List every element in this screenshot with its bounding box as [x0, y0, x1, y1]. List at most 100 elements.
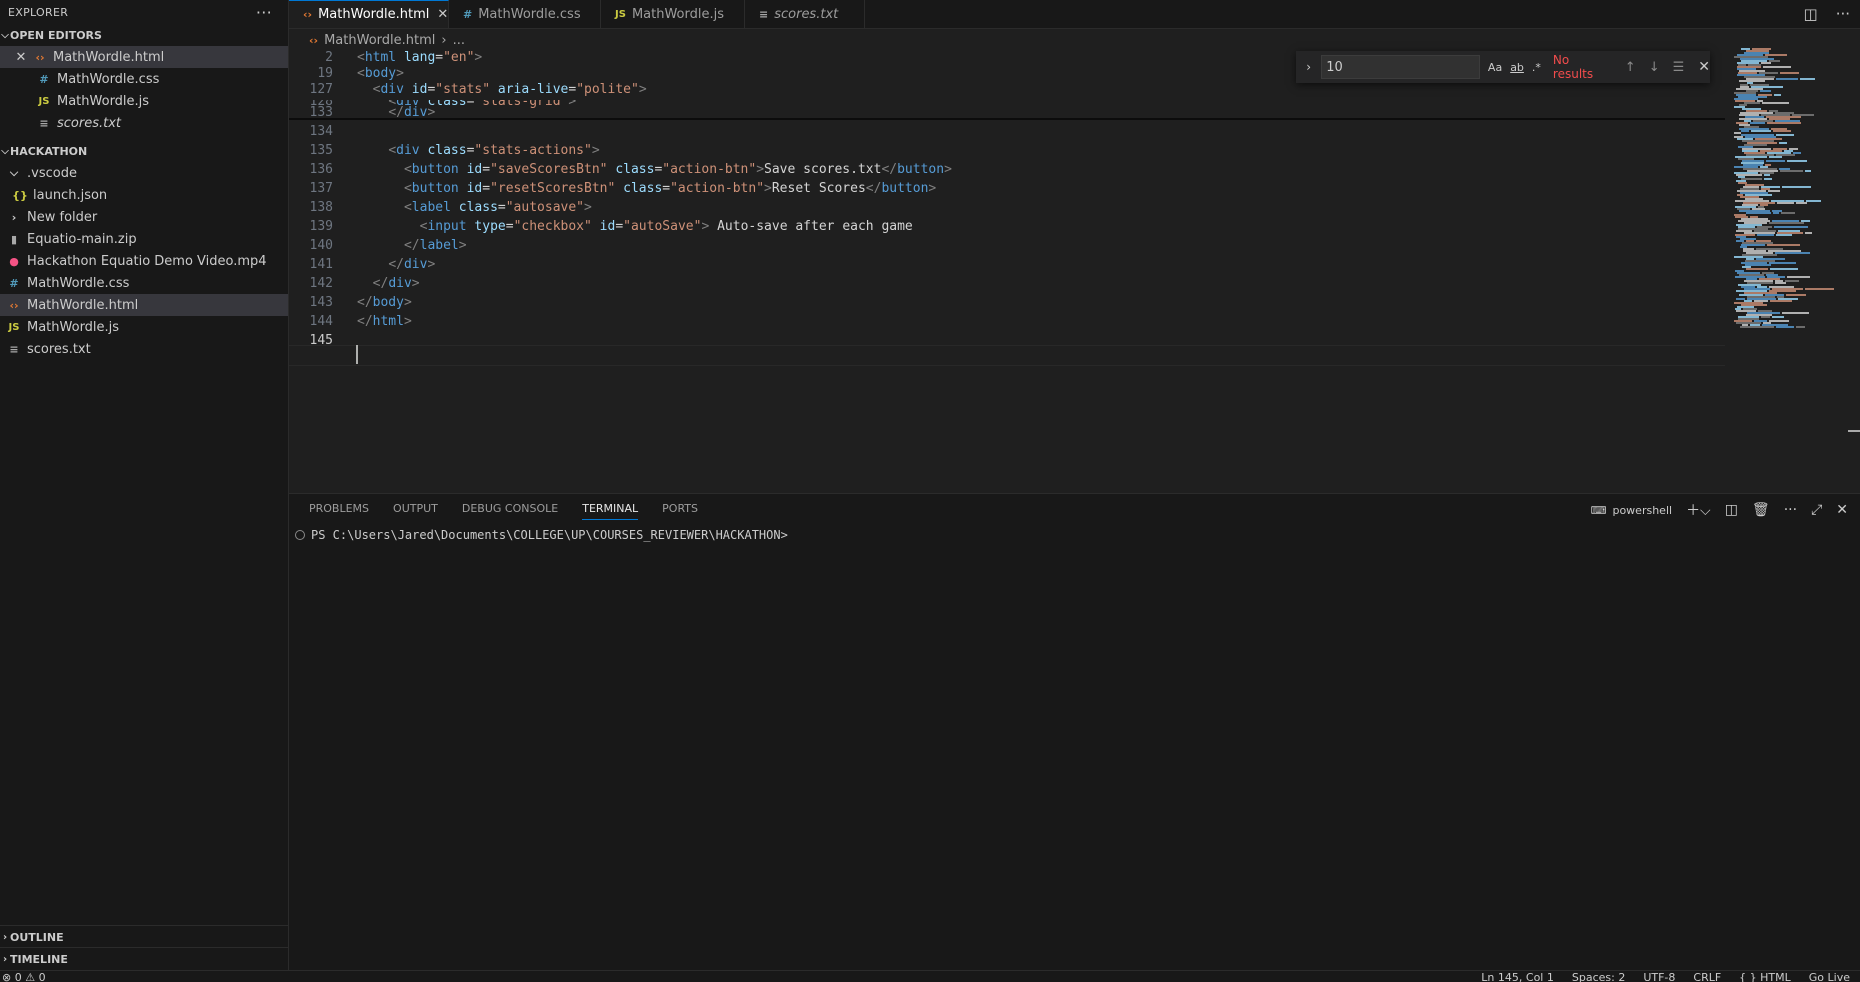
code-line[interactable]: 140 </label>: [289, 236, 467, 255]
folder-new-folder[interactable]: › New folder: [0, 206, 288, 228]
minimap-stroke: [1765, 54, 1787, 56]
tab-mathwordle-js[interactable]: JS MathWordle.js: [601, 0, 745, 28]
folder-label: New folder: [27, 209, 98, 225]
encoding[interactable]: UTF-8: [1643, 971, 1675, 982]
problems-count[interactable]: ⊗ 0 ⚠ 0: [2, 971, 46, 982]
breadcrumb-rest[interactable]: ...: [453, 33, 465, 48]
code-line[interactable]: 145: [289, 331, 357, 350]
toggle-replace-icon[interactable]: ›: [1300, 60, 1317, 74]
indentation[interactable]: Spaces: 2: [1572, 971, 1625, 982]
terminal-shell[interactable]: ⌨ powershell: [1591, 504, 1672, 517]
maximize-panel-icon[interactable]: ⤢: [1811, 502, 1822, 518]
find-in-selection-icon[interactable]: ☰: [1673, 60, 1685, 75]
tab-mathwordle-css[interactable]: # MathWordle.css: [449, 0, 601, 28]
code-line[interactable]: 133 </div>: [289, 103, 436, 122]
code-line[interactable]: 136 <button id="saveScoresBtn" class="ac…: [289, 160, 952, 179]
file-mathwordle-css[interactable]: # MathWordle.css: [0, 272, 288, 294]
html-file-icon: ‹›: [35, 50, 45, 64]
find-widget: › 10 Aa ab .* No results ↑ ↓ ☰ ✕: [1296, 51, 1710, 83]
whole-word-icon[interactable]: ab: [1510, 61, 1524, 74]
workspace-section[interactable]: ⌵ HACKATHON: [0, 140, 288, 162]
tab-ports[interactable]: PORTS: [662, 502, 698, 520]
code-editor[interactable]: 2 <html lang="en"> 19 <body> 127 <div id="st…: [289, 50, 1849, 492]
code-text: <div id="stats" aria-live="polite">: [372, 82, 647, 97]
new-terminal-icon[interactable]: ＋⌵: [1686, 500, 1711, 520]
minimap-stroke: [1746, 212, 1771, 214]
panel-tabs: PROBLEMS OUTPUT DEBUG CONSOLE TERMINAL P…: [309, 502, 698, 520]
editor-tabs: ‹› MathWordle.html ✕ # MathWordle.css JS…: [289, 0, 1860, 29]
code-line[interactable]: 137 <button id="resetScoresBtn" class="a…: [289, 179, 937, 198]
code-line[interactable]: 139 <input type="checkbox" id="autoSave"…: [289, 217, 913, 236]
timeline-title: TIMELINE: [10, 952, 68, 966]
tab-debug-console[interactable]: DEBUG CONSOLE: [462, 502, 558, 520]
terminal-output[interactable]: PS C:\Users\Jared\Documents\COLLEGE\UP\C…: [295, 528, 788, 542]
language-mode[interactable]: { } HTML: [1739, 971, 1791, 982]
split-editor-icon[interactable]: ◫: [1804, 5, 1818, 23]
match-case-icon[interactable]: Aa: [1488, 61, 1502, 74]
tab-problems[interactable]: PROBLEMS: [309, 502, 369, 520]
more-actions-icon[interactable]: ···: [256, 3, 280, 22]
file-label: scores.txt: [27, 341, 91, 357]
file-mathwordle-js[interactable]: JS MathWordle.js: [0, 316, 288, 338]
close-icon[interactable]: ✕: [1698, 59, 1710, 75]
regex-icon[interactable]: .*: [1532, 61, 1541, 74]
go-live-button[interactable]: Go Live: [1809, 971, 1850, 982]
code-line[interactable]: 143 </body>: [289, 293, 412, 312]
open-editor-item-html[interactable]: ✕ ‹› MathWordle.html: [0, 46, 288, 68]
chevron-right-icon: ›: [2, 931, 8, 943]
timeline-section[interactable]: › TIMELINE: [0, 947, 288, 970]
open-editor-item-js[interactable]: JS MathWordle.js: [0, 90, 288, 112]
tab-output[interactable]: OUTPUT: [393, 502, 438, 520]
more-actions-icon[interactable]: ···: [1784, 502, 1797, 518]
chevron-down-icon: ⌵: [9, 166, 19, 179]
open-editor-item-txt[interactable]: ≡ scores.txt: [0, 112, 288, 134]
code-line[interactable]: 142 </div>: [289, 274, 420, 293]
more-actions-icon[interactable]: ···: [1836, 5, 1850, 23]
close-icon[interactable]: ✕: [1836, 502, 1848, 518]
code-text: <div class="stats-actions">: [388, 143, 600, 158]
outline-section[interactable]: › OUTLINE: [0, 925, 288, 948]
line-number: 135: [309, 143, 333, 158]
tab-scores-txt[interactable]: ≡ scores.txt: [745, 0, 865, 28]
breadcrumb-file[interactable]: MathWordle.html: [324, 33, 435, 48]
file-demo-video[interactable]: ● Hackathon Equatio Demo Video.mp4: [0, 250, 288, 272]
code-line[interactable]: 134: [289, 122, 357, 141]
arrow-up-icon[interactable]: ↑: [1625, 60, 1636, 75]
code-line[interactable]: 141 </div>: [289, 255, 436, 274]
scrollbar-marker[interactable]: [1848, 430, 1860, 432]
tab-label: MathWordle.css: [478, 6, 581, 22]
close-icon[interactable]: ✕: [14, 50, 28, 65]
split-terminal-icon[interactable]: ◫: [1725, 502, 1738, 518]
find-input[interactable]: 10: [1321, 55, 1480, 79]
code-line[interactable]: 127 <div id="stats" aria-live="polite">: [289, 80, 647, 99]
cursor-position[interactable]: Ln 145, Col 1: [1481, 971, 1554, 982]
minimap-stroke: [1774, 94, 1781, 96]
minimap-stroke: [1767, 122, 1801, 124]
file-equatio-zip[interactable]: ▮ Equatio-main.zip: [0, 228, 288, 250]
line-number: 136: [309, 162, 333, 177]
open-editor-item-css[interactable]: # MathWordle.css: [0, 68, 288, 90]
open-editors-section[interactable]: ⌵ OPEN EDITORS: [0, 24, 288, 46]
tab-terminal[interactable]: TERMINAL: [582, 502, 639, 520]
code-line[interactable]: 135 <div class="stats-actions">: [289, 141, 600, 160]
editor-actions: ◫ ···: [1804, 0, 1851, 28]
js-file-icon: JS: [8, 321, 20, 333]
code-line[interactable]: 138 <label class="autosave">: [289, 198, 592, 217]
file-scores-txt[interactable]: ≡ scores.txt: [0, 338, 288, 360]
minimap-stroke: [1769, 320, 1789, 322]
open-editor-label: MathWordle.html: [53, 49, 165, 65]
file-mathwordle-html[interactable]: ‹› MathWordle.html: [0, 294, 288, 316]
arrow-down-icon[interactable]: ↓: [1649, 60, 1660, 75]
folder-vscode[interactable]: ⌵ .vscode: [0, 162, 288, 184]
file-launch-json[interactable]: {} launch.json: [0, 184, 288, 206]
trash-icon[interactable]: 🗑: [1752, 502, 1770, 518]
minimap-stroke: [1773, 212, 1779, 214]
code-line[interactable]: 144 </html>: [289, 312, 412, 331]
line-number: 140: [309, 238, 333, 253]
minimap[interactable]: [1730, 48, 1840, 348]
line-number: 144: [309, 314, 333, 329]
end-of-line[interactable]: CRLF: [1693, 971, 1721, 982]
tab-mathwordle-html[interactable]: ‹› MathWordle.html ✕: [289, 0, 449, 28]
minimap-stroke: [1768, 190, 1780, 192]
close-icon[interactable]: ✕: [437, 7, 448, 22]
